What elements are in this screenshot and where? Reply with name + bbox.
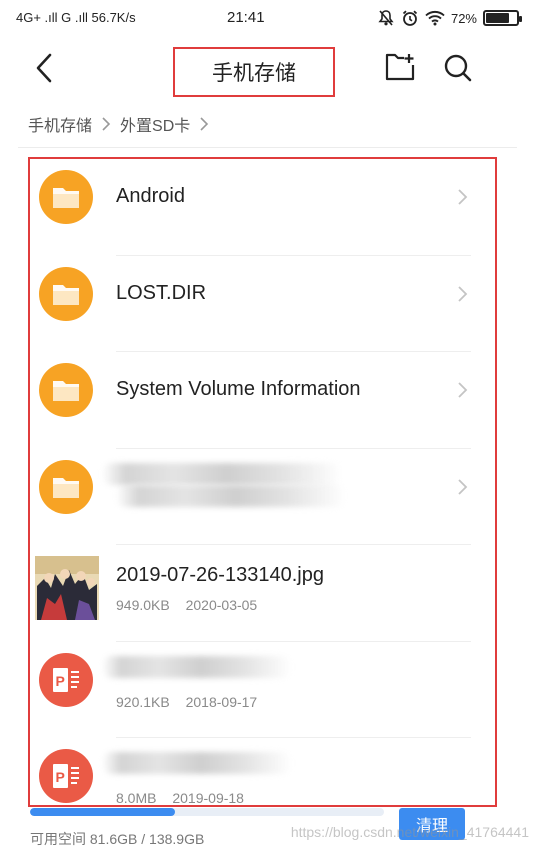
chevron-right-icon <box>458 382 468 398</box>
storage-progress-track <box>30 808 384 816</box>
status-bar: 4G+ .ıll G .ıll 56.7K/s 21:41 72% <box>0 0 535 38</box>
battery-fill <box>486 13 510 23</box>
redacted-file-name <box>102 752 292 774</box>
network-status: 4G+ .ıll G .ıll 56.7K/s <box>16 10 136 25</box>
chevron-right-icon <box>458 189 468 205</box>
battery-icon <box>483 10 522 26</box>
back-icon <box>36 53 52 83</box>
chevron-right-icon <box>200 117 209 131</box>
mute-icon <box>378 10 394 26</box>
storage-progress-fill <box>30 808 176 816</box>
list-item[interactable]: System Volume Information <box>30 352 495 449</box>
svg-text:P: P <box>56 769 65 785</box>
new-folder-button[interactable] <box>384 52 416 84</box>
folder-icon <box>39 266 93 321</box>
ppt-icon: P <box>39 652 93 707</box>
chevron-right-icon <box>458 285 468 302</box>
list-item[interactable]: P 920.1KB 2018-09-17 <box>30 642 495 739</box>
redacted-file-name <box>102 655 292 678</box>
folder-icon <box>39 363 93 417</box>
breadcrumb: 手机存储 外置SD卡 <box>28 112 218 136</box>
list-item[interactable]: LOST.DIR <box>30 256 495 353</box>
list-item[interactable]: 2019-07-26-133140.jpg 949.0KB 2020-03-05 <box>30 545 495 642</box>
alarm-icon <box>402 10 418 26</box>
status-icons: 72% <box>377 9 522 27</box>
app-header: 手机存储 <box>0 38 535 100</box>
file-list: Android LOST.DIR System Volume Informati… <box>30 159 495 805</box>
file-size: 949.0KB <box>116 597 170 613</box>
new-folder-icon <box>385 53 415 81</box>
list-item[interactable]: Android <box>30 159 495 256</box>
wifi-icon <box>425 11 445 26</box>
redacted-file-name <box>102 462 342 485</box>
file-name: LOST.DIR <box>116 281 207 304</box>
breadcrumb-item-phone-storage[interactable]: 手机存储 <box>28 112 92 136</box>
title-highlight: 手机存储 <box>173 47 335 97</box>
file-name: 2019-07-26-133140.jpg <box>116 564 324 586</box>
file-meta: 920.1KB 2018-09-17 <box>116 694 257 710</box>
page-title: 手机存储 <box>212 62 296 85</box>
list-item[interactable] <box>30 449 495 546</box>
folder-icon <box>39 459 93 514</box>
battery-percent: 72% <box>450 10 477 26</box>
breadcrumb-item-sd-card[interactable]: 外置SD卡 <box>120 112 190 136</box>
chevron-right-icon <box>102 117 111 131</box>
divider <box>18 147 517 148</box>
storage-label: 可用空间 81.6GB / 138.9GB <box>30 831 205 847</box>
redacted-file-name <box>116 484 346 507</box>
chevron-right-icon <box>458 478 468 495</box>
file-date: 2018-09-17 <box>185 693 258 710</box>
image-thumbnail <box>35 556 99 620</box>
file-date: 2020-03-05 <box>185 597 258 613</box>
file-list-highlight: Android LOST.DIR System Volume Informati… <box>28 157 497 807</box>
file-name: System Volume Information <box>116 378 361 400</box>
file-name: Android <box>116 185 185 207</box>
back-button[interactable] <box>28 50 64 86</box>
file-size: 920.1KB <box>116 693 170 710</box>
search-icon <box>444 54 472 82</box>
storage-footer: 可用空间 81.6GB / 138.9GB 清理 https://blog.cs… <box>0 790 535 854</box>
folder-icon <box>39 170 93 224</box>
search-button[interactable] <box>442 52 474 84</box>
file-meta: 949.0KB 2020-03-05 <box>116 597 257 613</box>
clock: 21:41 <box>227 9 265 26</box>
watermark: https://blog.csdn.net/weixin_41764441 <box>290 824 529 840</box>
svg-text:P: P <box>56 673 65 689</box>
